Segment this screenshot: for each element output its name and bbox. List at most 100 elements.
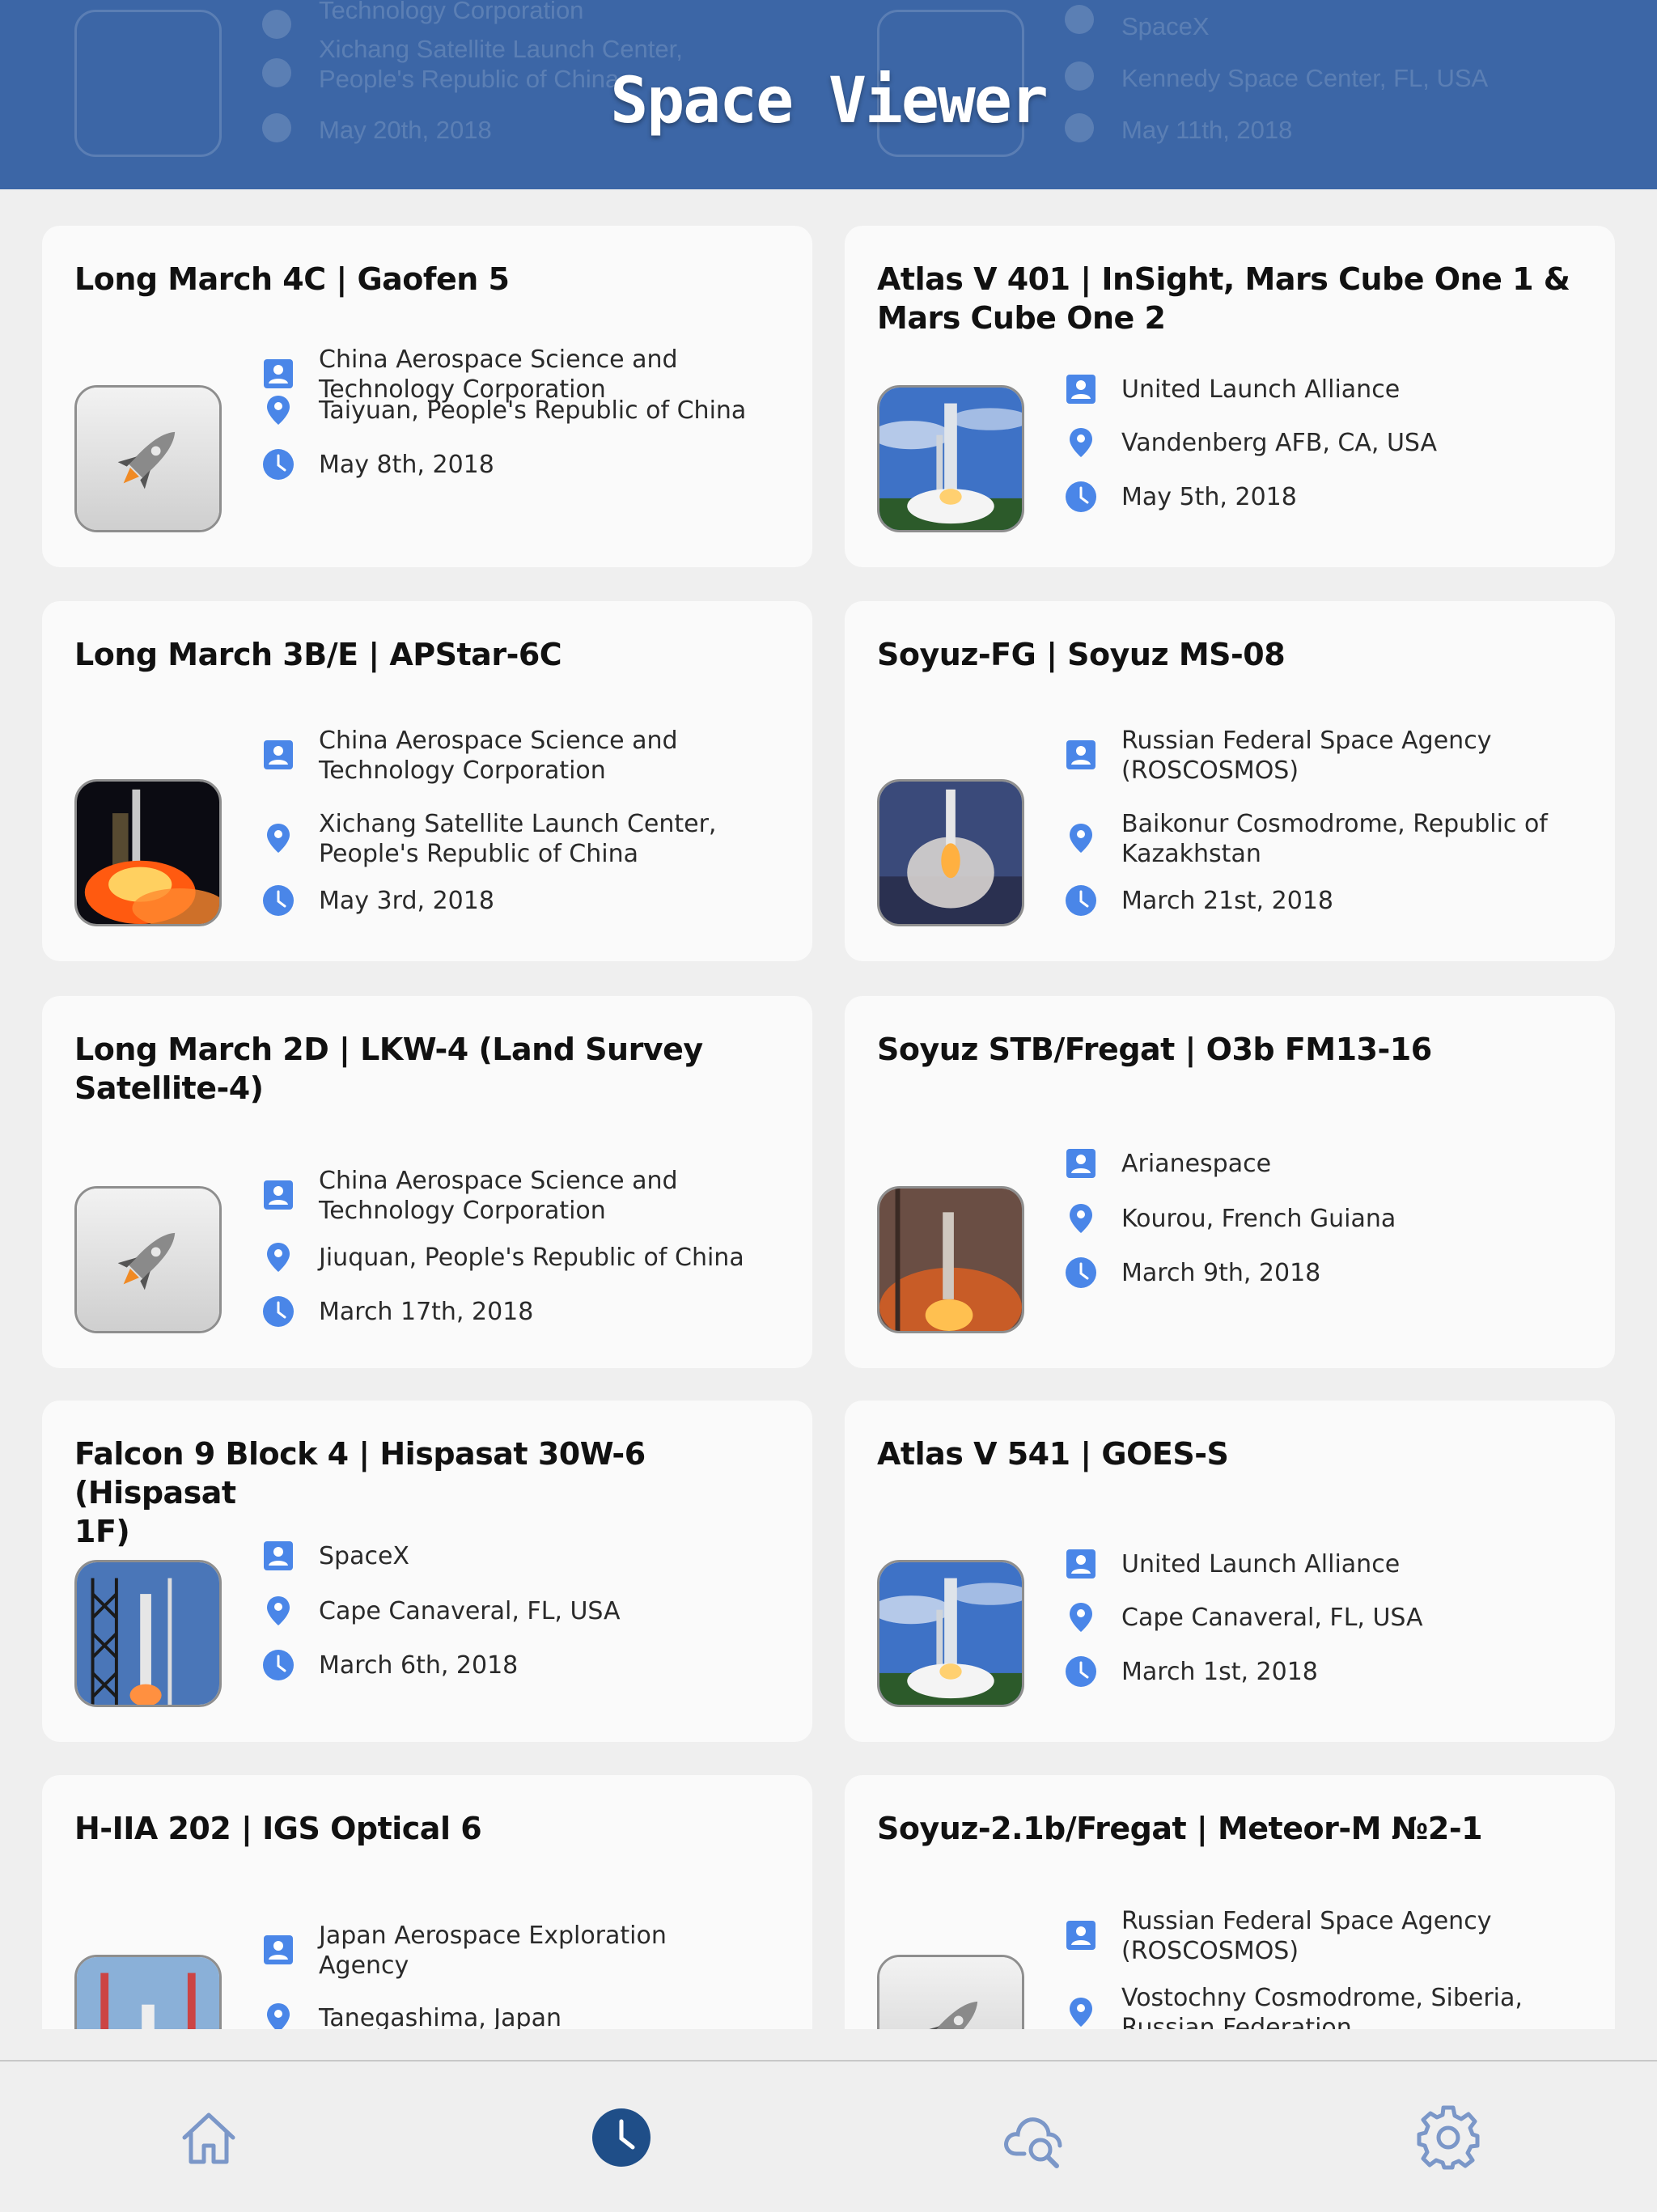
location-pin-icon — [262, 822, 295, 854]
location-text: Xichang Satellite Launch Center, People'… — [319, 810, 717, 868]
agency-text: Japan Aerospace Exploration Agency — [319, 1922, 667, 1980]
location-text: Baikonur Cosmodrome, Republic of Kazakhs… — [1121, 810, 1548, 868]
clock-icon — [262, 1649, 295, 1681]
launch-title: Atlas V 541 | GOES-S — [877, 1436, 1229, 1472]
location-pin-icon — [1065, 1996, 1097, 2028]
launch-thumbnail — [877, 779, 1024, 926]
tab-home[interactable] — [176, 2105, 241, 2170]
launch-card[interactable]: Falcon 9 Block 4 | Hispasat 30W-6 (Hispa… — [42, 1401, 812, 1742]
clock-icon — [1065, 1655, 1097, 1688]
date-text: May 8th, 2018 — [319, 451, 494, 479]
tab-bar — [0, 2060, 1657, 2212]
launch-title: Soyuz-2.1b/Fregat | Meteor-M №2-1 — [877, 1811, 1483, 1846]
launch-thumbnail — [877, 1560, 1024, 1707]
agency-icon — [262, 1540, 295, 1572]
agency-icon — [1065, 5, 1094, 34]
agency-icon — [1065, 1919, 1097, 1951]
agency-icon — [1065, 1548, 1097, 1580]
clock-icon — [1065, 1256, 1097, 1289]
clock-icon — [1065, 481, 1097, 513]
launch-list[interactable]: Long March 4C | Gaofen 5 China Aerospace… — [0, 189, 1657, 2029]
location-text: Cape Canaveral, FL, USA — [319, 1597, 621, 1625]
launch-card[interactable]: Long March 3B/E | APStar-6C China Aerosp… — [42, 601, 812, 961]
location-pin-icon — [1065, 1202, 1097, 1235]
agency-text: United Launch Alliance — [1121, 375, 1401, 404]
clock-icon — [262, 884, 295, 917]
agency-icon — [1065, 739, 1097, 771]
launch-title: Soyuz-FG | Soyuz MS-08 — [877, 637, 1286, 672]
agency-icon — [262, 358, 295, 390]
launch-card[interactable]: Soyuz-2.1b/Fregat | Meteor-M №2-1 Russia… — [845, 1775, 1615, 2029]
date-text: May 5th, 2018 — [1121, 483, 1297, 511]
clock-icon — [1065, 884, 1097, 917]
launch-thumbnail — [74, 1560, 222, 1707]
date-text: March 21st, 2018 — [1121, 887, 1333, 915]
ghost-agency: SpaceX — [1121, 12, 1210, 40]
launch-card[interactable]: Long March 2D | LKW-4 (Land Survey Satel… — [42, 996, 812, 1368]
launch-title: H-IIA 202 | IGS Optical 6 — [74, 1811, 482, 1846]
location-text: Tanegashima, Japan — [319, 2004, 562, 2029]
location-pin-icon — [262, 1241, 295, 1273]
agency-text: Russian Federal Space Agency (ROSCOSMOS) — [1121, 1907, 1492, 1965]
location-pin-icon — [262, 2002, 295, 2029]
agency-text: China Aerospace Science and Technology C… — [319, 1167, 678, 1225]
clock-icon — [262, 448, 295, 481]
agency-icon — [262, 739, 295, 771]
launch-title: Long March 4C | Gaofen 5 — [74, 261, 510, 297]
app-title: Space Viewer — [610, 65, 1049, 138]
tab-settings[interactable] — [1416, 2105, 1481, 2170]
location-text: Jiuquan, People's Republic of China — [319, 1244, 744, 1272]
location-text: Vandenberg AFB, CA, USA — [1121, 429, 1438, 457]
date-text: March 6th, 2018 — [319, 1651, 519, 1680]
cloud-search-icon — [1004, 2117, 1062, 2168]
launch-thumbnail — [74, 1186, 222, 1333]
clock-icon — [592, 2108, 651, 2167]
agency-icon — [262, 1934, 295, 1966]
agency-icon — [262, 1179, 295, 1211]
agency-text: SpaceX — [319, 1542, 409, 1570]
launch-title: Long March 3B/E | APStar-6C — [74, 637, 562, 672]
launch-card[interactable]: Soyuz-FG | Soyuz MS-08 Russian Federal S… — [845, 601, 1615, 961]
clock-icon — [262, 1295, 295, 1328]
agency-text: Arianespace — [1121, 1150, 1272, 1178]
date-text: March 1st, 2018 — [1121, 1658, 1318, 1686]
date-text: March 9th, 2018 — [1121, 1259, 1321, 1287]
app-header: Technology Corporation Xichang Satellite… — [0, 0, 1657, 189]
location-text: Cape Canaveral, FL, USA — [1121, 1604, 1423, 1632]
agency-icon — [262, 10, 291, 39]
launch-card[interactable]: Long March 4C | Gaofen 5 China Aerospace… — [42, 226, 812, 567]
launch-thumbnail — [74, 779, 222, 926]
launch-thumbnail — [877, 1955, 1024, 2029]
launch-title: Soyuz STB/Fregat | O3b FM13-16 — [877, 1032, 1432, 1067]
location-pin-icon — [262, 394, 295, 426]
location-pin-icon — [1065, 822, 1097, 854]
launch-thumbnail — [74, 1955, 222, 2029]
gear-icon — [1417, 2105, 1480, 2170]
launch-card[interactable]: Soyuz STB/Fregat | O3b FM13-16 Arianespa… — [845, 996, 1615, 1368]
location-pin-icon — [1065, 1601, 1097, 1634]
home-icon — [182, 2112, 235, 2164]
location-pin-icon — [262, 1595, 295, 1627]
launch-title: Long March 2D | LKW-4 (Land Survey Satel… — [74, 1032, 703, 1106]
location-text: Kourou, French Guiana — [1121, 1205, 1396, 1233]
agency-text: China Aerospace Science and Technology C… — [319, 727, 678, 785]
launch-thumbnail — [877, 385, 1024, 532]
tab-launches[interactable] — [589, 2105, 654, 2170]
location-pin-icon — [1065, 426, 1097, 459]
launch-card[interactable]: Atlas V 401 | InSight, Mars Cube One 1 &… — [845, 226, 1615, 567]
date-text: May 3rd, 2018 — [319, 887, 494, 915]
launch-title: Atlas V 401 | InSight, Mars Cube One 1 &… — [877, 261, 1570, 336]
location-text: Vostochny Cosmodrome, Siberia, Russian F… — [1121, 1984, 1523, 2029]
tab-search[interactable] — [1002, 2105, 1066, 2170]
agency-icon — [1065, 1147, 1097, 1180]
launch-card[interactable]: H-IIA 202 | IGS Optical 6 Japan Aerospac… — [42, 1775, 812, 2029]
agency-text: United Launch Alliance — [1121, 1550, 1401, 1578]
launch-thumbnail — [74, 385, 222, 532]
agency-text: Russian Federal Space Agency (ROSCOSMOS) — [1121, 727, 1492, 785]
date-text: March 17th, 2018 — [319, 1298, 534, 1326]
ghost-agency: Technology Corporation — [319, 0, 584, 24]
agency-icon — [1065, 373, 1097, 405]
launch-card[interactable]: Atlas V 541 | GOES-S United Launch Allia… — [845, 1401, 1615, 1742]
launch-thumbnail — [877, 1186, 1024, 1333]
location-text: Taiyuan, People's Republic of China — [319, 396, 747, 425]
